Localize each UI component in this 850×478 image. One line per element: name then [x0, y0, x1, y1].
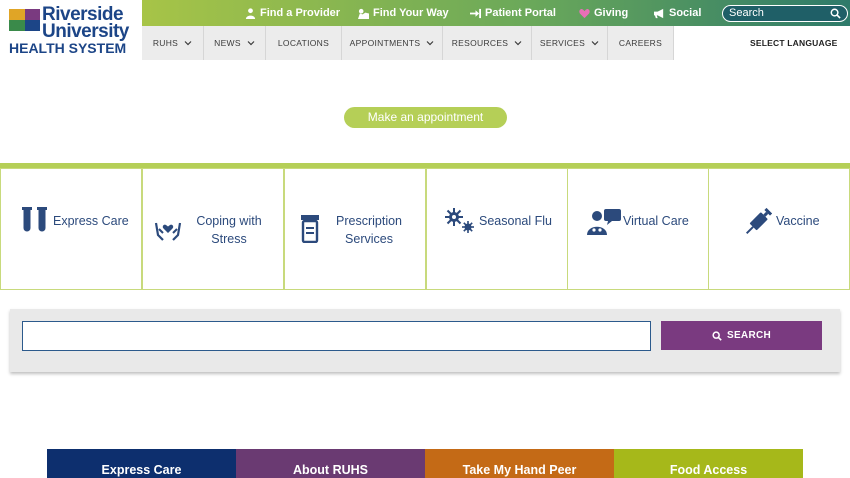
- tile-express-care[interactable]: Express Care: [0, 168, 142, 290]
- nav-item-services[interactable]: SERVICES: [532, 26, 608, 60]
- search-icon[interactable]: [830, 8, 841, 19]
- nav-item-resources[interactable]: RESOURCES: [443, 26, 532, 60]
- tab-express-care[interactable]: Express Care: [47, 449, 236, 478]
- virus-icon: [445, 208, 474, 233]
- nav-item-appointments[interactable]: APPOINTMENTS: [342, 26, 443, 60]
- test-tubes-icon: [22, 207, 47, 232]
- nav-label-services: SERVICES: [539, 38, 586, 48]
- hands-heart-icon: [154, 222, 182, 241]
- provider-icon: [245, 7, 256, 19]
- tile-virtual-care[interactable]: Virtual Care: [567, 168, 709, 290]
- chevron-down-icon: [591, 41, 599, 46]
- tile-coping-with-stress[interactable]: Coping with Stress: [142, 168, 284, 290]
- search-button[interactable]: SEARCH: [661, 321, 822, 350]
- search-panel: SEARCH: [10, 309, 840, 372]
- chevron-down-icon: [514, 41, 522, 46]
- select-language-link[interactable]: SELECT LANGUAGE: [750, 38, 838, 48]
- main-search-input[interactable]: [22, 321, 651, 351]
- find-provider-label: Find a Provider: [260, 6, 341, 19]
- tile-label-prescription-line1: Prescription: [336, 214, 402, 228]
- heart-icon: [579, 8, 590, 18]
- nav-item-news[interactable]: NEWS: [204, 26, 266, 60]
- find-provider-link[interactable]: Find a Provider: [245, 0, 340, 26]
- nav-label-appointments: APPOINTMENTS: [349, 38, 421, 48]
- find-your-way-label: Find Your Way: [373, 6, 449, 19]
- tab-take-my-hand-peer[interactable]: Take My Hand Peer: [425, 449, 614, 478]
- nav-label-careers: CAREERS: [618, 38, 663, 48]
- site-search-box: [722, 5, 848, 22]
- service-tiles: Express Care Coping with Stress Prescrip…: [0, 168, 850, 290]
- doctor-chat-icon: [587, 209, 621, 235]
- logo-line-3: HEALTH SYSTEM: [9, 40, 127, 56]
- tile-prescription-services[interactable]: Prescription Services: [284, 168, 426, 290]
- syringe-icon: [745, 207, 772, 235]
- nav-label-resources: RESOURCES: [451, 38, 509, 48]
- patient-portal-link[interactable]: Patient Portal: [470, 0, 556, 26]
- tile-label-vaccine: Vaccine: [776, 214, 820, 228]
- tab-food-access[interactable]: Food Access: [614, 449, 803, 478]
- social-link[interactable]: Social: [654, 0, 701, 26]
- find-your-way-link[interactable]: Find Your Way: [358, 0, 449, 26]
- sign-in-icon: [470, 8, 481, 18]
- site-search-input[interactable]: [729, 6, 825, 20]
- chevron-down-icon: [247, 41, 255, 46]
- nav-label-news: NEWS: [214, 38, 241, 48]
- megaphone-icon: [654, 8, 664, 18]
- patient-portal-label: Patient Portal: [485, 6, 556, 19]
- tile-label-prescription-line2: Services: [345, 232, 393, 246]
- nav-item-ruhs[interactable]: RUHS: [142, 26, 204, 60]
- main-nav: RUHS NEWS LOCATIONS APPOINTMENTS RESOURC…: [142, 26, 674, 60]
- tile-label-virtual-care: Virtual Care: [623, 214, 689, 228]
- chevron-down-icon: [426, 41, 434, 46]
- nav-item-careers[interactable]: CAREERS: [608, 26, 674, 60]
- tile-label-coping-line2: Stress: [211, 232, 247, 246]
- giving-label: Giving: [594, 6, 629, 19]
- chevron-down-icon: [184, 41, 192, 46]
- tile-vaccine[interactable]: Vaccine: [708, 168, 850, 290]
- tile-seasonal-flu[interactable]: Seasonal Flu: [426, 168, 568, 290]
- logo-mark-icon: [9, 9, 40, 31]
- logo-line-2: University: [42, 21, 129, 42]
- prescription-bottle-icon: [301, 215, 319, 243]
- map-icon: [358, 8, 369, 19]
- nav-item-locations[interactable]: LOCATIONS: [266, 26, 342, 60]
- tile-label-coping-line1: Coping with: [196, 214, 262, 228]
- giving-link[interactable]: Giving: [579, 0, 628, 26]
- tile-label-express-care: Express Care: [53, 214, 129, 228]
- search-button-label: SEARCH: [726, 330, 772, 341]
- nav-label-ruhs: RUHS: [152, 38, 179, 48]
- tile-label-seasonal-flu: Seasonal Flu: [479, 214, 552, 228]
- search-icon: [712, 330, 722, 341]
- tab-about-ruhs[interactable]: About RUHS: [236, 449, 425, 478]
- page: Riverside University HEALTH SYSTEM Find …: [0, 0, 850, 478]
- nav-label-locations: LOCATIONS: [277, 38, 330, 48]
- social-label: Social: [669, 6, 702, 19]
- ruhs-logo[interactable]: Riverside University HEALTH SYSTEM: [0, 0, 142, 60]
- make-appointment-button[interactable]: Make an appointment: [344, 107, 507, 128]
